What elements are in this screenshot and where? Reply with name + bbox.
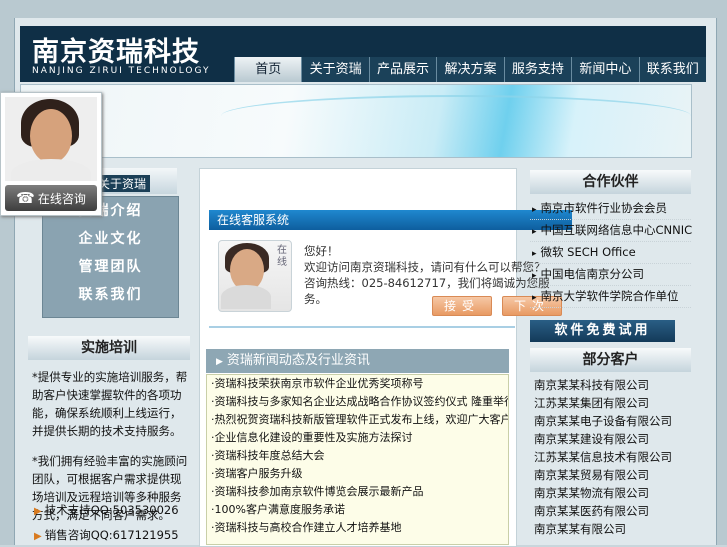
agent-photo-label: 在线 [277,245,287,268]
partners-title: 合作伙伴 [530,170,691,194]
banner [20,84,692,158]
accept-button[interactable]: 接受 [432,296,492,316]
banner-swoosh [221,95,691,137]
nav-contact[interactable]: 联系我们 [638,57,706,82]
nav-solutions[interactable]: 解决方案 [436,57,504,82]
news-list: ·资瑞科技荣获南京市软件企业优秀奖项称号 ·资瑞科技与多家知名企业达成战略合作协… [206,374,509,545]
partners-list: ▸ 南京市软件行业协会会员 ▸ 中国互联网络信息中心CNNIC ▸ 微软 SECH O… [530,198,693,308]
news-item[interactable]: ·资瑞科技参加南京软件博览会展示最新产品 [207,483,508,501]
news-item[interactable]: ·热烈祝贺资瑞科技新版管理软件正式发布上线，欢迎广大客户试用 [207,411,508,429]
training-paragraph: *提供专业的实施培训服务，帮助客户快速掌握软件的各项功能，确保系统顺利上线运行，… [32,370,188,438]
partner-label: 中国互联网络信息中心CNNIC [540,223,693,237]
consultant-face [30,109,72,163]
logo-chinese[interactable]: 南京资瑞科技 [32,30,200,69]
partner-item[interactable]: ▸ 中国互联网络信息中心CNNIC [530,220,693,242]
client-item[interactable]: 江苏某某集团有限公司 [534,394,691,412]
news-header: ▶ 资瑞新闻动态及行业资讯 [206,349,509,373]
qq-sales[interactable]: ▶ 销售咨询QQ:617121955 [34,527,179,543]
nav-products[interactable]: 产品展示 [368,57,437,82]
nav-news[interactable]: 新闻中心 [571,57,639,82]
client-item[interactable]: 南京某某电子设备有限公司 [534,412,691,430]
client-item[interactable]: 南京某某物流有限公司 [534,484,691,502]
news-item[interactable]: ·资瑞客户服务升级 [207,465,508,483]
news-item[interactable]: ·资瑞科技与高校合作建立人才培养基地 [207,519,508,537]
arrow-icon: ▸ [532,293,537,303]
consultant-body [11,159,91,181]
client-item[interactable]: 南京某某医药有限公司 [534,502,691,520]
partner-item[interactable]: ▸ 南京大学软件学院合作单位 [530,286,691,308]
news-item[interactable]: ·100%客户满意度服务承诺 [207,501,508,519]
partner-label: 中国电信南京分公司 [540,267,645,281]
partner-label: 南京市软件行业协会会员 [540,201,668,215]
news-title: 资瑞新闻动态及行业资讯 [226,353,370,368]
partner-label: 微软 SECH Office [540,245,636,259]
clients-list: 南京某某科技有限公司 江苏某某集团有限公司 南京某某电子设备有限公司 南京某某建… [534,376,691,538]
arrow-icon: ▸ [532,227,537,237]
nav-about[interactable]: 关于资瑞 [301,57,369,82]
qq-sales-text: 销售咨询QQ:617121955 [44,528,179,542]
free-trial-button[interactable]: 软件免费试用 [530,320,675,342]
floating-consult-widget[interactable]: ☎ 在线咨询 [0,92,102,216]
training-title: 实施培训 [28,336,190,360]
online-consult-label: 在线咨询 [37,192,86,206]
client-item[interactable]: 江苏某某信息技术有限公司 [534,448,691,466]
about-section-title: 关于资瑞 [94,175,151,192]
client-item[interactable]: 南京某某建设有限公司 [534,430,691,448]
clients-title: 部分客户 [530,348,691,372]
arrow-icon: ▶ [34,531,42,542]
news-item[interactable]: ·企业信息化建设的重要性及实施方法探讨 [207,429,508,447]
qq-support[interactable]: ▶ 技术支持QQ:503530026 [34,502,179,518]
client-item[interactable]: 南京某某科技有限公司 [534,376,691,394]
partner-item[interactable]: ▸ 南京市软件行业协会会员 [530,198,691,220]
chat-bar: 在线客服系统 [209,210,572,230]
agent-photo: 在线 [218,240,292,312]
online-consult-button[interactable]: ☎ 在线咨询 [5,185,97,211]
consultant-photo [5,97,97,181]
arrow-icon: ▸ [532,205,537,215]
agent-body [221,285,271,309]
qq-support-text: 技术支持QQ:503530026 [44,503,179,517]
partner-item[interactable]: ▸ 微软 SECH Office [530,242,691,264]
client-item[interactable]: 南京某某有限公司 [534,520,691,538]
phone-icon: ☎ [16,189,35,207]
partner-item[interactable]: ▸ 中国电信南京分公司 [530,264,691,286]
news-item[interactable]: ·资瑞科技荣获南京市软件企业优秀奖项称号 [207,375,508,393]
main-nav: 首页 关于资瑞 产品展示 解决方案 服务支持 新闻中心 联系我们 [234,57,706,82]
arrow-icon: ▸ [532,249,537,259]
logo-english: NANJING ZIRUI TECHNOLOGY [32,66,211,76]
nav-support[interactable]: 服务支持 [503,57,572,82]
arrow-icon: ▸ [532,271,537,281]
arrow-icon: ▶ [34,506,42,517]
news-item[interactable]: ·资瑞科技年度总结大会 [207,447,508,465]
partner-label: 南京大学软件学院合作单位 [540,289,679,303]
nav-home[interactable]: 首页 [234,57,302,82]
bullet-icon: ▶ [216,357,223,367]
chat-greeting: 您好！ [304,244,339,258]
menu-item-team[interactable]: 管理团队 [43,253,178,281]
news-item[interactable]: ·资瑞科技与多家知名企业达成战略合作协议签约仪式 隆重举行圆满成功并获得各界好评 [207,393,508,411]
menu-item-culture[interactable]: 企业文化 [43,225,178,253]
menu-item-contact[interactable]: 联系我们 [43,281,178,309]
client-item[interactable]: 南京某某贸易有限公司 [534,466,691,484]
